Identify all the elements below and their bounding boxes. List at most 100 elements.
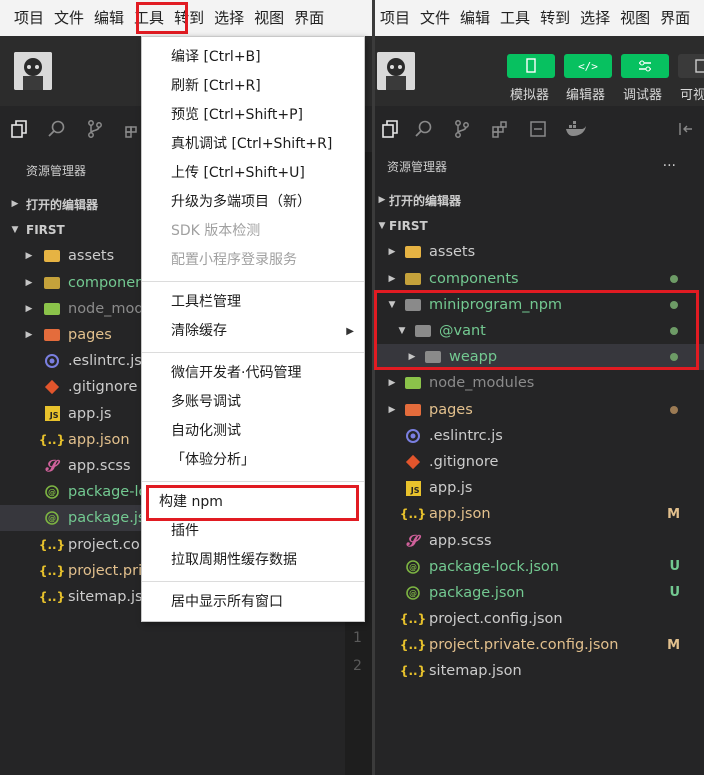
chevron-right-icon: ▶: [388, 247, 396, 258]
menu-edit[interactable]: 编辑: [455, 0, 495, 36]
menu-item-upload[interactable]: 上传 [Ctrl+Shift+U]: [142, 159, 364, 188]
menu-item-upgrade-multi[interactable]: 升级为多端项目（新）: [142, 188, 364, 217]
menu-item-code-manage[interactable]: 微信开发者·代码管理: [142, 359, 364, 388]
menu-item-build-npm[interactable]: 构建 npm: [142, 488, 364, 517]
menu-goto[interactable]: 转到: [535, 0, 575, 36]
tree-item-project-private[interactable]: {..} project.private.config.json M: [375, 632, 704, 658]
tree-item-vant[interactable]: ▼ @vant: [375, 318, 704, 344]
collapse-panel-icon[interactable]: [668, 106, 704, 152]
menu-tools[interactable]: 工具: [129, 0, 169, 36]
javascript-icon: JS: [403, 479, 423, 497]
chevron-right-icon: ▶: [11, 199, 19, 210]
docker-icon[interactable]: [557, 106, 595, 152]
debugger-label: 调试器: [623, 88, 663, 103]
svg-text:@: @: [409, 589, 417, 598]
menu-separator: [142, 481, 364, 482]
search-icon[interactable]: [38, 106, 76, 152]
menu-select[interactable]: 选择: [209, 0, 249, 36]
explorer-icon[interactable]: [0, 106, 38, 152]
tree-item-miniprogram-npm[interactable]: ▼ miniprogram_npm: [375, 292, 704, 318]
more-actions-icon[interactable]: ···: [663, 158, 676, 174]
menu-item-remote-debug[interactable]: 真机调试 [Ctrl+Shift+R]: [142, 130, 364, 159]
menu-interface[interactable]: 界面: [655, 0, 695, 36]
folder-pages-icon: [403, 401, 423, 419]
tree-item-app-js[interactable]: JS app.js: [375, 475, 704, 501]
simulator-button[interactable]: [507, 54, 555, 78]
avatar[interactable]: [14, 52, 52, 90]
npm-icon: @: [403, 584, 423, 602]
line-number: 2: [353, 658, 362, 674]
menu-item-plugins[interactable]: 插件: [142, 517, 364, 546]
menu-item-compile[interactable]: 编译 [Ctrl+B]: [142, 43, 364, 72]
visual-button[interactable]: [678, 54, 704, 78]
menu-view[interactable]: 视图: [615, 0, 655, 36]
menu-item-toolbar-manage[interactable]: 工具栏管理: [142, 288, 364, 317]
outline-icon[interactable]: [519, 106, 557, 152]
menu-goto[interactable]: 转到: [169, 0, 209, 36]
tree-item-assets[interactable]: ▶ assets: [375, 239, 704, 265]
npm-icon: @: [42, 483, 62, 501]
tree-item-eslintrc[interactable]: .eslintrc.js: [375, 423, 704, 449]
submenu-arrow-icon: ▶: [346, 326, 354, 337]
svg-text:@: @: [48, 488, 56, 497]
chevron-right-icon: ▶: [388, 378, 396, 389]
tree-item-package-lock[interactable]: @ package-lock.json U: [375, 554, 704, 580]
json-braces-icon: {..}: [399, 507, 427, 522]
git-status-dot: [670, 300, 678, 309]
git-icon: [42, 378, 62, 396]
right-toolbar: </> 模拟器 编辑器 调试器 可视: [375, 36, 704, 106]
open-editors-section[interactable]: ▶ 打开的编辑器: [375, 187, 704, 213]
tree-item-pages[interactable]: ▶ pages: [375, 397, 704, 423]
right-file-tree: ▶ 打开的编辑器 ▼ FIRST ▶ assets ▶ components ▼ m…: [375, 184, 704, 775]
menu-file[interactable]: 文件: [415, 0, 455, 36]
tree-item-sitemap[interactable]: {..} sitemap.json: [375, 658, 704, 684]
git-icon: [403, 453, 423, 471]
menu-file[interactable]: 文件: [49, 0, 89, 36]
menu-item-clear-cache[interactable]: 清除缓存 ▶: [142, 317, 364, 346]
chevron-down-icon: ▼: [398, 326, 406, 337]
menu-item-pull-cache[interactable]: 拉取周期性缓存数据: [142, 546, 364, 575]
menu-item-experience-analysis[interactable]: 「体验分析」: [142, 446, 364, 475]
tree-item-app-json[interactable]: {..} app.json M: [375, 501, 704, 527]
menu-item-automation-test[interactable]: 自动化测试: [142, 417, 364, 446]
git-untracked-badge: U: [669, 585, 680, 601]
menu-item-center-windows[interactable]: 居中显示所有窗口: [142, 588, 364, 617]
menu-view[interactable]: 视图: [249, 0, 289, 36]
menu-item-login-service: 配置小程序登录服务: [171, 252, 297, 268]
menu-tools[interactable]: 工具: [495, 0, 535, 36]
menu-separator: [142, 581, 364, 582]
extensions-icon[interactable]: [481, 106, 519, 152]
folder-pages-icon: [42, 326, 62, 344]
menu-project[interactable]: 项目: [375, 0, 415, 36]
tree-item-components[interactable]: ▶ components: [375, 266, 704, 292]
sass-icon: 𝓢: [45, 455, 59, 475]
menu-item-preview[interactable]: 预览 [Ctrl+Shift+P]: [142, 101, 364, 130]
menu-edit[interactable]: 编辑: [89, 0, 129, 36]
menu-interface[interactable]: 界面: [289, 0, 329, 36]
root-folder-first[interactable]: ▼ FIRST: [375, 213, 704, 239]
tree-item-gitignore[interactable]: .gitignore: [375, 449, 704, 475]
simulator-label: 模拟器: [510, 88, 550, 103]
debugger-button[interactable]: [621, 54, 669, 78]
editor-button[interactable]: </>: [564, 54, 612, 78]
avatar[interactable]: [377, 52, 415, 90]
tree-item-package-json[interactable]: @ package.json U: [375, 580, 704, 606]
npm-icon: @: [403, 558, 423, 576]
source-control-icon[interactable]: [76, 106, 114, 152]
left-menubar: 项目 文件 编辑 工具 转到 选择 视图 界面: [0, 0, 372, 36]
chevron-right-icon: ▶: [25, 277, 33, 288]
tree-item-app-scss[interactable]: 𝓢 app.scss: [375, 527, 704, 553]
source-control-icon[interactable]: [443, 106, 481, 152]
json-braces-icon: {..}: [399, 664, 427, 679]
tree-item-weapp[interactable]: ▶ weapp: [375, 344, 704, 371]
explorer-icon[interactable]: [375, 106, 405, 152]
tree-item-node-modules[interactable]: ▶ node_modules: [375, 370, 704, 396]
menu-item-multi-account[interactable]: 多账号调试: [142, 388, 364, 417]
folder-assets-icon: [403, 243, 423, 261]
menu-item-refresh[interactable]: 刷新 [Ctrl+R]: [142, 72, 364, 101]
menu-select[interactable]: 选择: [575, 0, 615, 36]
menu-project[interactable]: 项目: [9, 0, 49, 36]
json-braces-icon: {..}: [399, 612, 427, 627]
search-icon[interactable]: [405, 106, 443, 152]
tree-item-project-config[interactable]: {..} project.config.json: [375, 606, 704, 632]
